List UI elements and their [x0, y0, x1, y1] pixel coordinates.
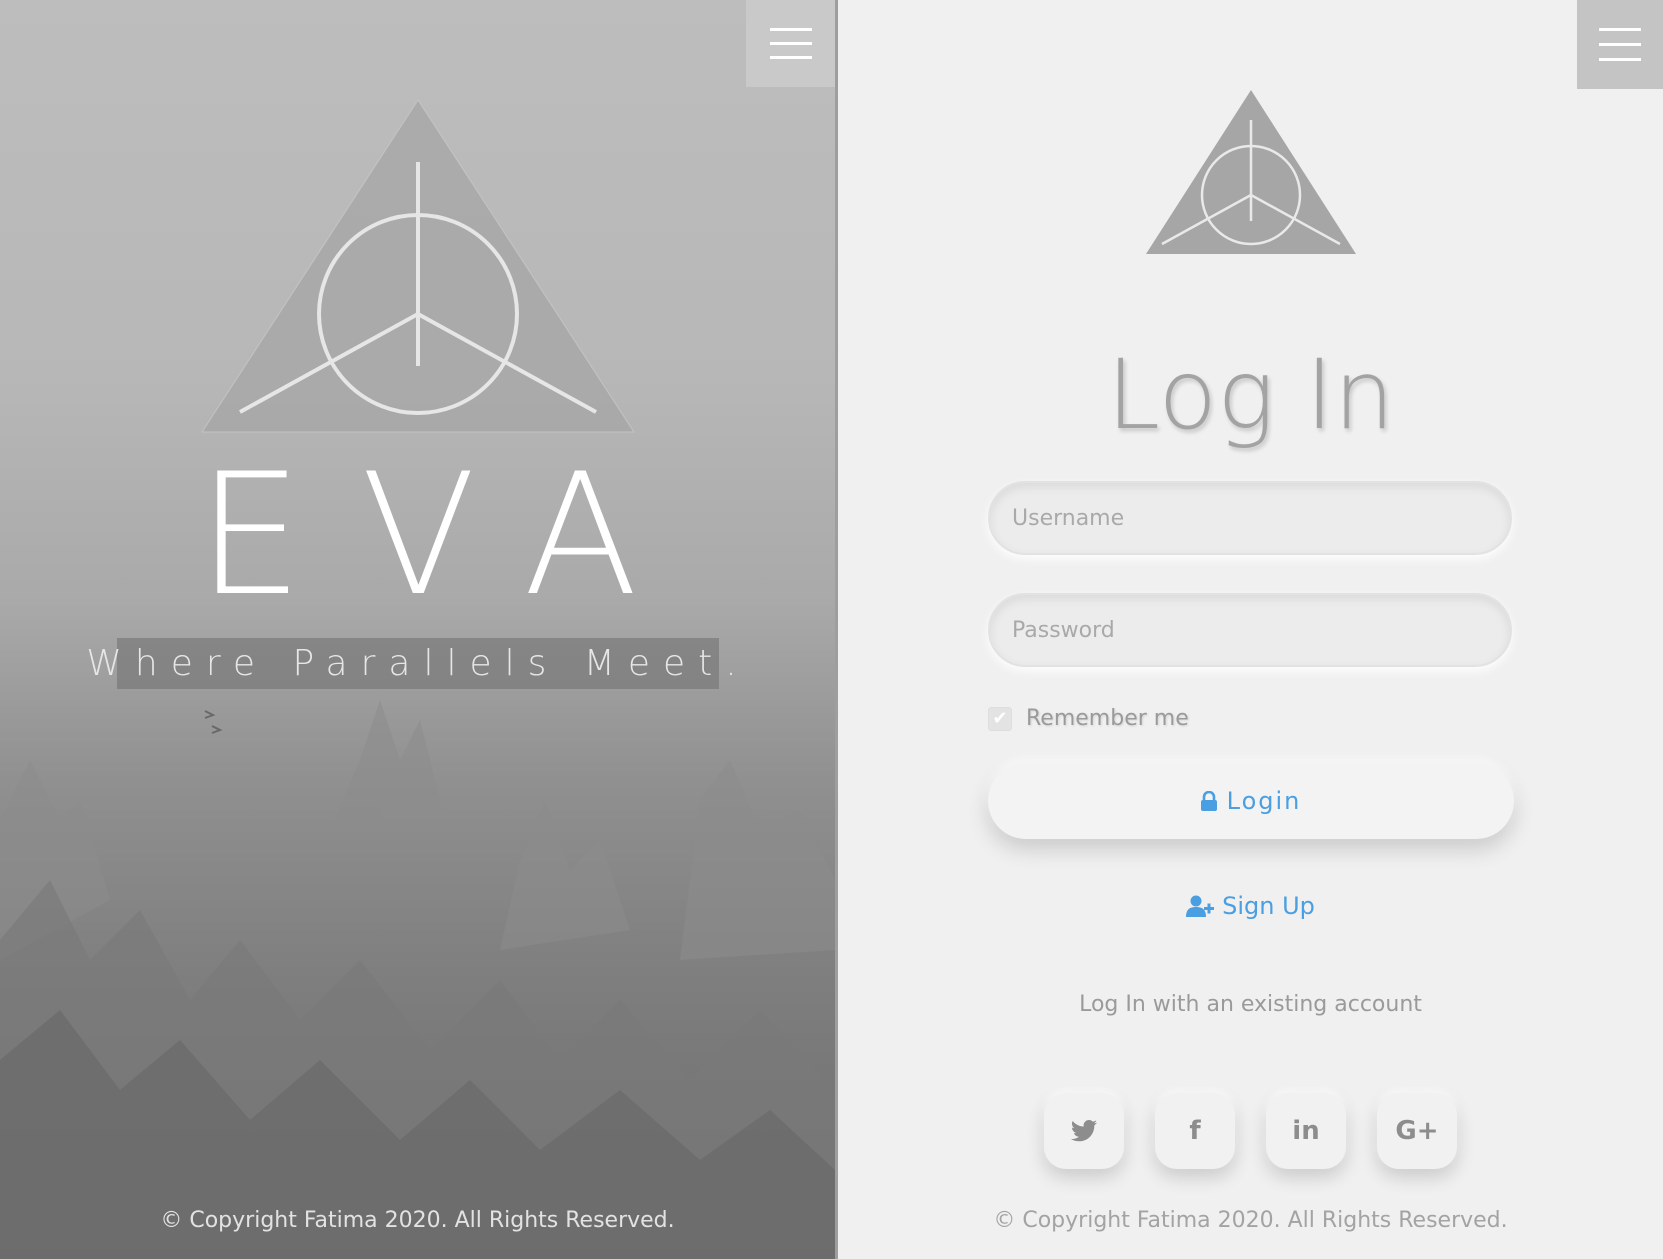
existing-account-text: Log In with an existing account: [1079, 992, 1422, 1017]
facebook-icon: f: [1189, 1116, 1201, 1146]
twitter-icon: [1071, 1120, 1097, 1142]
login-panel: Log In ✔ Remember me Login Sign Up Log I…: [838, 0, 1663, 1259]
facebook-button[interactable]: f: [1155, 1093, 1235, 1169]
hero-copyright: © Copyright Fatima 2020. All Rights Rese…: [160, 1208, 675, 1233]
social-login-buttons: f in G+: [1044, 1093, 1464, 1173]
google-plus-icon: G+: [1395, 1116, 1439, 1146]
triangle-circle-logo-icon: [1146, 90, 1356, 254]
lock-icon: [1200, 791, 1217, 811]
login-copyright: © Copyright Fatima 2020. All Rights Rese…: [993, 1208, 1508, 1233]
username-input[interactable]: [988, 481, 1512, 555]
hamburger-menu-icon-bar: [1599, 58, 1641, 61]
hamburger-menu-button[interactable]: [746, 0, 835, 87]
brand-name: EVA: [196, 437, 697, 633]
tagline-text: Where Parallels Meet.: [86, 643, 750, 684]
remember-me-checkbox[interactable]: ✔ Remember me: [988, 706, 1189, 731]
hamburger-menu-icon-bar: [1599, 43, 1641, 46]
login-button-label: Login: [1226, 787, 1302, 815]
signup-label: Sign Up: [1222, 892, 1315, 920]
hamburger-menu-icon-bar: [769, 42, 812, 45]
linkedin-button[interactable]: in: [1266, 1093, 1346, 1169]
linkedin-icon: in: [1292, 1116, 1320, 1146]
user-plus-icon: [1186, 895, 1215, 917]
triangle-circle-logo-icon: [201, 99, 635, 433]
hero-panel: EVA Where Parallels Meet. © Copyright Fa…: [0, 0, 835, 1259]
hamburger-menu-icon: [1599, 28, 1641, 31]
hamburger-menu-button[interactable]: [1577, 0, 1663, 89]
tagline-banner: Where Parallels Meet.: [86, 638, 737, 689]
remember-me-label: Remember me: [1026, 706, 1189, 731]
hamburger-menu-icon: [769, 28, 812, 31]
login-button[interactable]: Login: [988, 763, 1514, 839]
twitter-button[interactable]: [1044, 1093, 1124, 1169]
hamburger-menu-icon-bar: [769, 56, 812, 59]
signup-link[interactable]: Sign Up: [838, 892, 1663, 920]
password-input[interactable]: [988, 593, 1512, 667]
page-title: Log In: [1106, 339, 1395, 451]
google-plus-button[interactable]: G+: [1377, 1093, 1457, 1169]
checkbox-check-icon[interactable]: ✔: [988, 706, 1012, 731]
